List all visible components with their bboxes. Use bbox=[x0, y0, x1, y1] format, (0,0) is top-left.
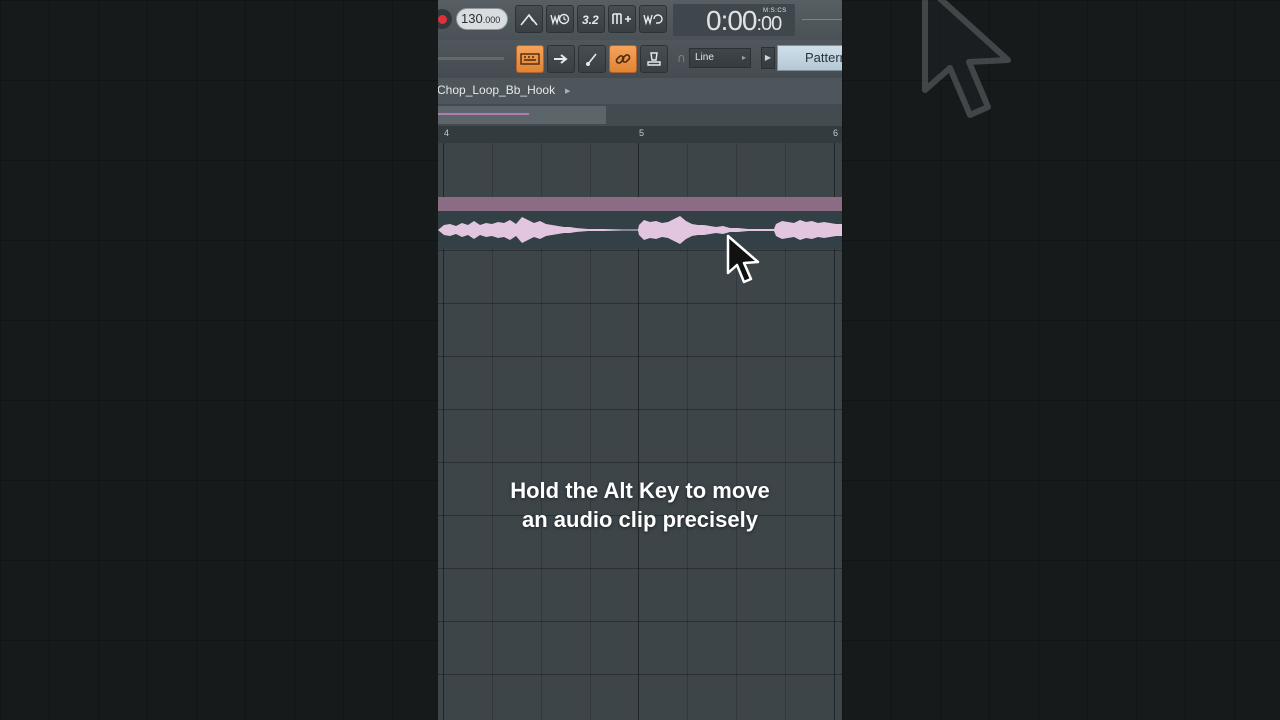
record-icon bbox=[438, 14, 447, 24]
playlist-toolbar: ∩ Line ▸ ▶ Pattern bbox=[438, 40, 842, 78]
playlist-title: Chop_Loop_Bb_Hook bbox=[438, 83, 556, 97]
record-button[interactable] bbox=[438, 9, 452, 29]
countdown-icon: 3.2 bbox=[582, 13, 599, 26]
triangle-right-icon: ▶ bbox=[764, 53, 772, 62]
snap-select[interactable]: Line ▸ bbox=[689, 48, 751, 68]
scrollbar-thumb[interactable] bbox=[438, 106, 606, 124]
audio-clip-header[interactable] bbox=[438, 197, 842, 211]
link-button[interactable] bbox=[609, 45, 637, 73]
playlist-titlebar: Chop_Loop_Bb_Hook ▶ bbox=[438, 78, 842, 104]
wait-clock-icon bbox=[550, 13, 570, 26]
mouse-pointer-icon bbox=[726, 234, 760, 284]
note-icon bbox=[586, 53, 597, 66]
pattern-prev-button[interactable]: ▶ bbox=[761, 47, 775, 69]
ruler-mark-5: 5 bbox=[639, 128, 645, 138]
link-chain-icon bbox=[615, 54, 631, 64]
timeline-ruler[interactable]: 4 5 6 bbox=[438, 126, 842, 144]
loop-record-button[interactable] bbox=[639, 5, 667, 33]
audio-clip[interactable] bbox=[438, 211, 842, 249]
time-display[interactable]: 0:00:00 M:S:CS bbox=[673, 4, 795, 36]
ruler-mark-4: 4 bbox=[444, 128, 450, 138]
ruler-mark-6: 6 bbox=[833, 128, 839, 138]
video-caption: Hold the Alt Key to move an audio clip p… bbox=[438, 476, 842, 534]
clip-overview-line bbox=[438, 113, 529, 115]
svg-text:3.2: 3.2 bbox=[582, 13, 599, 26]
background-left bbox=[0, 0, 438, 720]
fl-studio-window: 130.000 3.2 0:00:00 M:S:CS ∩ Line ▸ ▶ Pa… bbox=[438, 0, 842, 720]
transport-toolbar: 130.000 3.2 0:00:00 M:S:CS bbox=[438, 0, 842, 40]
arrow-right-icon bbox=[554, 54, 568, 64]
caption-line-2: an audio clip precisely bbox=[522, 507, 758, 532]
step-edit-icon bbox=[612, 13, 631, 24]
triangle-right-icon: ▶ bbox=[565, 87, 571, 95]
auto-scroll-button[interactable] bbox=[547, 45, 575, 73]
typing-keyboard-button[interactable] bbox=[516, 45, 544, 73]
countdown-button[interactable]: 3.2 bbox=[577, 5, 605, 33]
tempo-display[interactable]: 130.000 bbox=[456, 8, 508, 30]
step-edit-button[interactable] bbox=[608, 5, 636, 33]
horizontal-scrollbar[interactable] bbox=[438, 104, 842, 126]
waveform bbox=[438, 216, 842, 244]
caption-line-1: Hold the Alt Key to move bbox=[510, 478, 770, 503]
keyboard-icon bbox=[520, 53, 540, 65]
stamp-button[interactable] bbox=[640, 45, 668, 73]
chevron-right-icon: ▸ bbox=[741, 53, 746, 62]
zoom-slider[interactable] bbox=[438, 57, 504, 60]
pattern-selector[interactable]: Pattern bbox=[777, 45, 842, 71]
loop-record-icon bbox=[643, 14, 663, 26]
stamp-icon bbox=[647, 52, 661, 66]
wait-for-input-button[interactable] bbox=[546, 5, 574, 33]
magnet-icon: ∩ bbox=[677, 51, 686, 65]
metronome-button[interactable] bbox=[515, 5, 543, 33]
master-volume-track[interactable] bbox=[802, 19, 842, 20]
background-right bbox=[842, 0, 1280, 720]
metronome-icon bbox=[520, 13, 538, 26]
slide-tool-button[interactable] bbox=[578, 45, 606, 73]
